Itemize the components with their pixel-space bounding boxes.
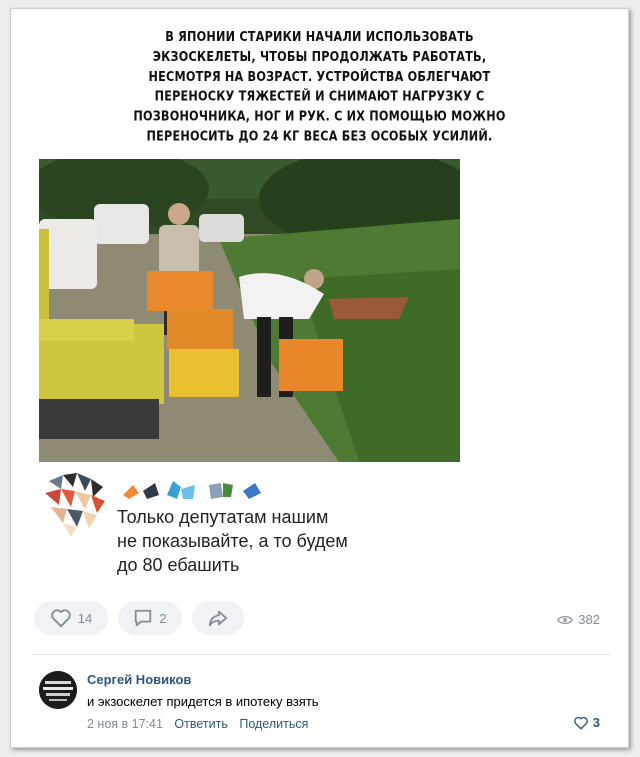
reply-like-button[interactable]: 3	[573, 715, 600, 730]
reply-date[interactable]: 2 ноя в 17:41	[87, 717, 163, 731]
reply-meta: 2 ноя в 17:41 Ответить Поделиться	[87, 717, 308, 731]
divider	[31, 654, 611, 655]
comment-line: до 80 ебашить	[117, 555, 240, 575]
heart-icon	[51, 609, 71, 628]
reply-author-link[interactable]: Сергей Новиков	[87, 672, 191, 687]
comment-button[interactable]: 2	[118, 601, 182, 635]
heart-icon	[573, 716, 588, 729]
comment-line: Только депутатам нашим	[117, 507, 329, 527]
commenter-avatar-icon[interactable]	[41, 471, 111, 539]
views-counter: 382	[557, 612, 600, 627]
caption-line: позвоночника, ног и рук. С их помощью мо…	[133, 108, 506, 124]
comment-icon	[135, 609, 152, 627]
comment-line: не показывайте, а то будем	[117, 531, 348, 551]
caption-line: переноску тяжестей и снимают нагрузку с	[154, 88, 485, 104]
reply-avatar[interactable]	[39, 671, 77, 709]
like-button[interactable]: 14	[34, 601, 108, 635]
photo-illustration	[39, 159, 460, 462]
post-photo[interactable]	[39, 159, 460, 462]
like-count: 14	[77, 610, 93, 626]
post-card: В Японии старики начали использовать экз…	[10, 8, 629, 748]
avatar-icon	[39, 671, 77, 709]
comment-count: 2	[159, 610, 167, 626]
caption-line: экзоскелеты, чтобы продолжать работать,	[152, 48, 487, 64]
reply-text: и экзоскелет придется в ипотеку взять	[87, 694, 319, 709]
reply-like-count: 3	[592, 715, 600, 730]
share-icon	[208, 610, 228, 627]
caption-line: переносить до 24 кг веса без особых усил…	[146, 128, 493, 144]
emoji-row-icon	[123, 481, 261, 499]
share-button[interactable]	[192, 601, 244, 635]
views-count: 382	[578, 612, 600, 627]
eye-icon	[557, 615, 574, 624]
comment-text: Только депутатам нашим не показывайте, а…	[117, 505, 417, 577]
reply-button[interactable]: Ответить	[174, 717, 227, 731]
caption-line: несмотря на возраст. Устройства облегчаю…	[148, 68, 491, 84]
caption-line: В Японии старики начали использовать	[165, 28, 474, 44]
reply-share-button[interactable]: Поделиться	[239, 717, 308, 731]
post-caption: В Японии старики начали использовать экз…	[11, 26, 628, 146]
